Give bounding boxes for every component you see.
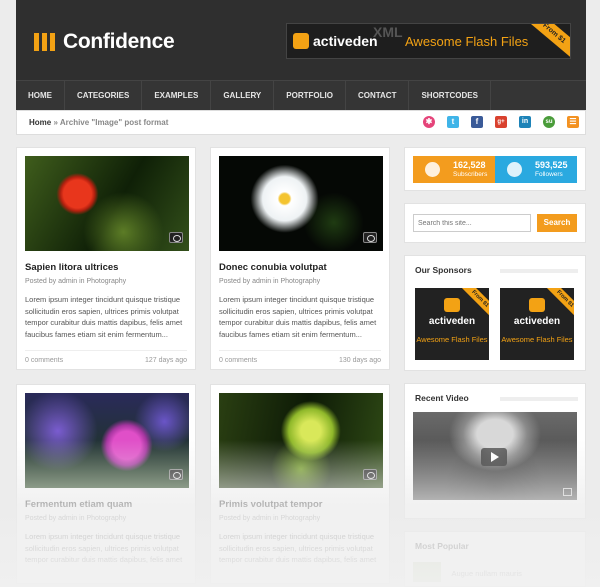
- post-card: Donec conubia volutpat Posted by admin i…: [210, 147, 390, 370]
- search-widget: Search: [404, 203, 586, 243]
- sponsor-logo: activeden: [513, 316, 561, 327]
- camera-icon: [363, 469, 377, 480]
- post-title[interactable]: Donec conubia volutpat: [219, 262, 381, 273]
- post-excerpt: Lorem ipsum integer tincidunt quisque tr…: [25, 532, 183, 564]
- rss-label: Subscribers: [453, 171, 488, 178]
- camera-icon: [169, 469, 183, 480]
- twitter-label: Followers: [535, 171, 563, 178]
- post-card: Fermentum etiam quam Posted by admin in …: [16, 384, 196, 584]
- sponsors-widget: Our Sponsors From $1 activeden Awesome F…: [404, 255, 586, 371]
- banner-text: Awesome Flash Files: [405, 34, 529, 49]
- popular-item-title: Augue nullam mauris: [451, 569, 522, 579]
- sponsor-text: Awesome Flash Files: [501, 335, 573, 344]
- post-title[interactable]: Sapien litora ultrices: [25, 262, 187, 273]
- twitter-icon[interactable]: t: [447, 116, 459, 128]
- rss-icon[interactable]: ☰: [567, 116, 579, 128]
- post-card: Primis volutpat tempor Posted by admin i…: [210, 384, 390, 584]
- rss-count: 162,528: [453, 160, 486, 170]
- post-comments-link[interactable]: 0 comments: [219, 357, 257, 364]
- social-icons: ✱ t f g+ in su ☰: [423, 116, 579, 128]
- main-nav: HOME CATEGORIES EXAMPLES GALLERY PORTFOL…: [16, 80, 586, 110]
- post-excerpt: Lorem ipsum integer tincidunt quisque tr…: [219, 295, 377, 339]
- breadcrumb-current: Archive "Image" post format: [59, 118, 169, 127]
- post-thumbnail[interactable]: [25, 156, 189, 251]
- video-player[interactable]: [413, 412, 577, 500]
- post-thumbnail[interactable]: [25, 393, 189, 488]
- sponsor-text: Awesome Flash Files: [416, 335, 488, 344]
- post-excerpt: Lorem ipsum integer tincidunt quisque tr…: [25, 295, 183, 339]
- post-age: 130 days ago: [338, 357, 381, 364]
- post-meta: Posted by admin in Photography: [25, 278, 127, 285]
- banner-logo: activeden: [293, 33, 378, 49]
- post-thumbnail[interactable]: [219, 393, 383, 488]
- twitter-bird-icon: [507, 162, 522, 177]
- rss-subscribe-button[interactable]: 162,528 Subscribers: [413, 156, 495, 183]
- search-input[interactable]: [413, 214, 531, 232]
- dribbble-icon[interactable]: ✱: [423, 116, 435, 128]
- most-popular-widget: Most Popular Augue nullam mauris: [404, 531, 586, 587]
- activeden-icon: [529, 298, 545, 312]
- twitter-follow-button[interactable]: 593,525 Followers: [495, 156, 577, 183]
- logo-text: Confidence: [63, 30, 175, 53]
- recent-video-widget: Recent Video: [404, 383, 586, 519]
- search-button[interactable]: Search: [537, 214, 577, 232]
- sponsor-ad[interactable]: From $1 activeden Awesome Flash Files: [415, 288, 489, 360]
- activeden-icon: [293, 33, 309, 49]
- popular-title: Most Popular: [415, 541, 469, 551]
- subscribe-widget: 162,528 Subscribers 593,525 Followers: [404, 147, 586, 191]
- title-divider: [500, 269, 578, 273]
- twitter-count: 593,525: [535, 160, 568, 170]
- sponsor-logo: activeden: [428, 316, 476, 327]
- nav-item-examples[interactable]: EXAMPLES: [142, 81, 212, 110]
- post-title[interactable]: Fermentum etiam quam: [25, 499, 187, 510]
- linkedin-icon[interactable]: in: [519, 116, 531, 128]
- play-icon[interactable]: [481, 448, 507, 466]
- post-footer: 0 comments 130 days ago: [219, 350, 381, 364]
- sponsors-title: Our Sponsors: [415, 265, 472, 275]
- post-card: Sapien litora ultrices Posted by admin i…: [16, 147, 196, 370]
- post-age: 127 days ago: [144, 357, 187, 364]
- header-banner-ad[interactable]: XML activeden Awesome Flash Files From $…: [286, 23, 571, 59]
- camera-icon: [169, 232, 183, 243]
- site-logo[interactable]: Confidence: [34, 30, 175, 54]
- popular-thumbnail: [413, 562, 441, 582]
- breadcrumb-separator: »: [53, 118, 58, 127]
- post-excerpt: Lorem ipsum integer tincidunt quisque tr…: [219, 532, 377, 564]
- post-comments-link[interactable]: 0 comments: [25, 357, 63, 364]
- nav-item-categories[interactable]: CATEGORIES: [65, 81, 143, 110]
- nav-item-portfolio[interactable]: PORTFOLIO: [274, 81, 346, 110]
- breadcrumb-home-link[interactable]: Home: [29, 118, 51, 127]
- nav-item-home[interactable]: HOME: [16, 81, 65, 110]
- post-thumbnail[interactable]: [219, 156, 383, 251]
- nav-item-gallery[interactable]: GALLERY: [211, 81, 275, 110]
- banner-ribbon: From $1: [526, 24, 570, 58]
- breadcrumb: Home » Archive "Image" post format: [29, 118, 168, 127]
- google-plus-icon[interactable]: g+: [495, 116, 507, 128]
- title-divider: [500, 397, 578, 401]
- stumbleupon-icon[interactable]: su: [543, 116, 555, 128]
- facebook-icon[interactable]: f: [471, 116, 483, 128]
- post-meta: Posted by admin in Photography: [219, 515, 321, 522]
- post-footer: 0 comments 127 days ago: [25, 350, 187, 364]
- rss-icon: [425, 162, 440, 177]
- post-meta: Posted by admin in Photography: [219, 278, 321, 285]
- logo-bars-icon: [34, 33, 55, 51]
- video-title: Recent Video: [415, 393, 469, 403]
- post-title[interactable]: Primis volutpat tempor: [219, 499, 381, 510]
- breadcrumb-bar: Home » Archive "Image" post format ✱ t f…: [16, 110, 586, 135]
- site-header: Confidence XML activeden Awesome Flash F…: [16, 0, 586, 80]
- sponsor-ad[interactable]: From $1 activeden Awesome Flash Files: [500, 288, 574, 360]
- nav-item-contact[interactable]: CONTACT: [346, 81, 410, 110]
- activeden-icon: [444, 298, 460, 312]
- nav-item-shortcodes[interactable]: SHORTCODES: [409, 81, 491, 110]
- list-item[interactable]: Augue nullam mauris: [413, 562, 577, 582]
- fullscreen-icon[interactable]: [563, 488, 572, 496]
- camera-icon: [363, 232, 377, 243]
- post-meta: Posted by admin in Photography: [25, 515, 127, 522]
